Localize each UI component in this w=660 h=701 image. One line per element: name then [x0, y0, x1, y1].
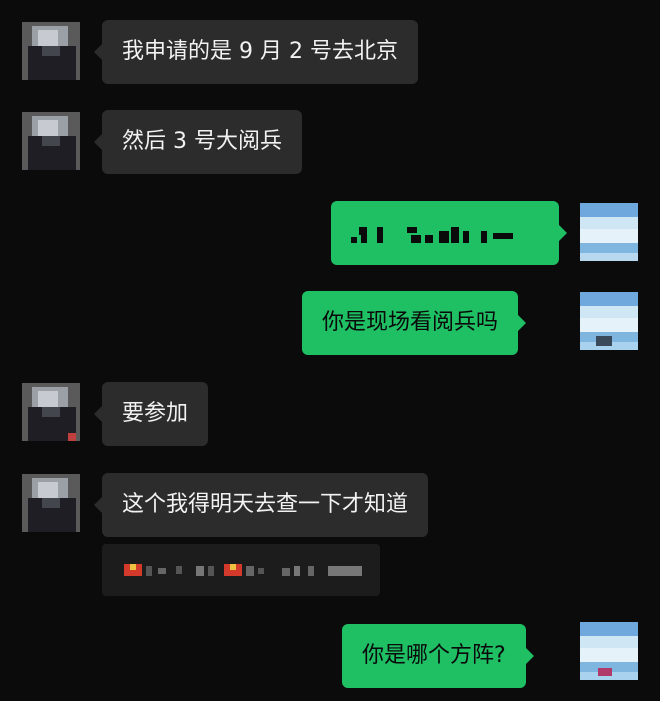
- incoming-message-bubble[interactable]: 然后 3 号大阅兵: [94, 110, 302, 174]
- contact-avatar-icon[interactable]: [22, 474, 80, 532]
- censored-text: [351, 227, 513, 243]
- message-text: 这个我得明天去查一下才知道: [122, 492, 409, 517]
- message-text: 要参加: [122, 401, 189, 426]
- outgoing-message-bubble[interactable]: [331, 201, 567, 265]
- my-avatar-icon[interactable]: [580, 203, 638, 261]
- quoted-message-block[interactable]: [102, 544, 380, 596]
- my-avatar-icon[interactable]: [580, 622, 638, 680]
- message-text: 你是现场看阅兵吗: [322, 310, 499, 335]
- my-avatar-icon[interactable]: [580, 292, 638, 350]
- contact-avatar-icon[interactable]: [22, 22, 80, 80]
- incoming-message-bubble[interactable]: 我申请的是 9 月 2 号去北京: [94, 20, 418, 84]
- contact-avatar-icon[interactable]: [22, 383, 80, 441]
- outgoing-message-bubble[interactable]: 你是哪个方阵?: [342, 624, 534, 688]
- message-text: 你是哪个方阵?: [362, 643, 506, 668]
- incoming-message-bubble[interactable]: 这个我得明天去查一下才知道: [93, 473, 429, 537]
- censored-quote: [124, 564, 362, 576]
- message-text: 我申请的是 9 月 2 号去北京: [122, 39, 398, 64]
- incoming-message-bubble[interactable]: 要参加: [93, 382, 209, 446]
- outgoing-message-bubble[interactable]: 你是现场看阅兵吗: [302, 291, 527, 355]
- contact-avatar-icon[interactable]: [22, 112, 80, 170]
- message-text: 然后 3 号大阅兵: [122, 129, 282, 154]
